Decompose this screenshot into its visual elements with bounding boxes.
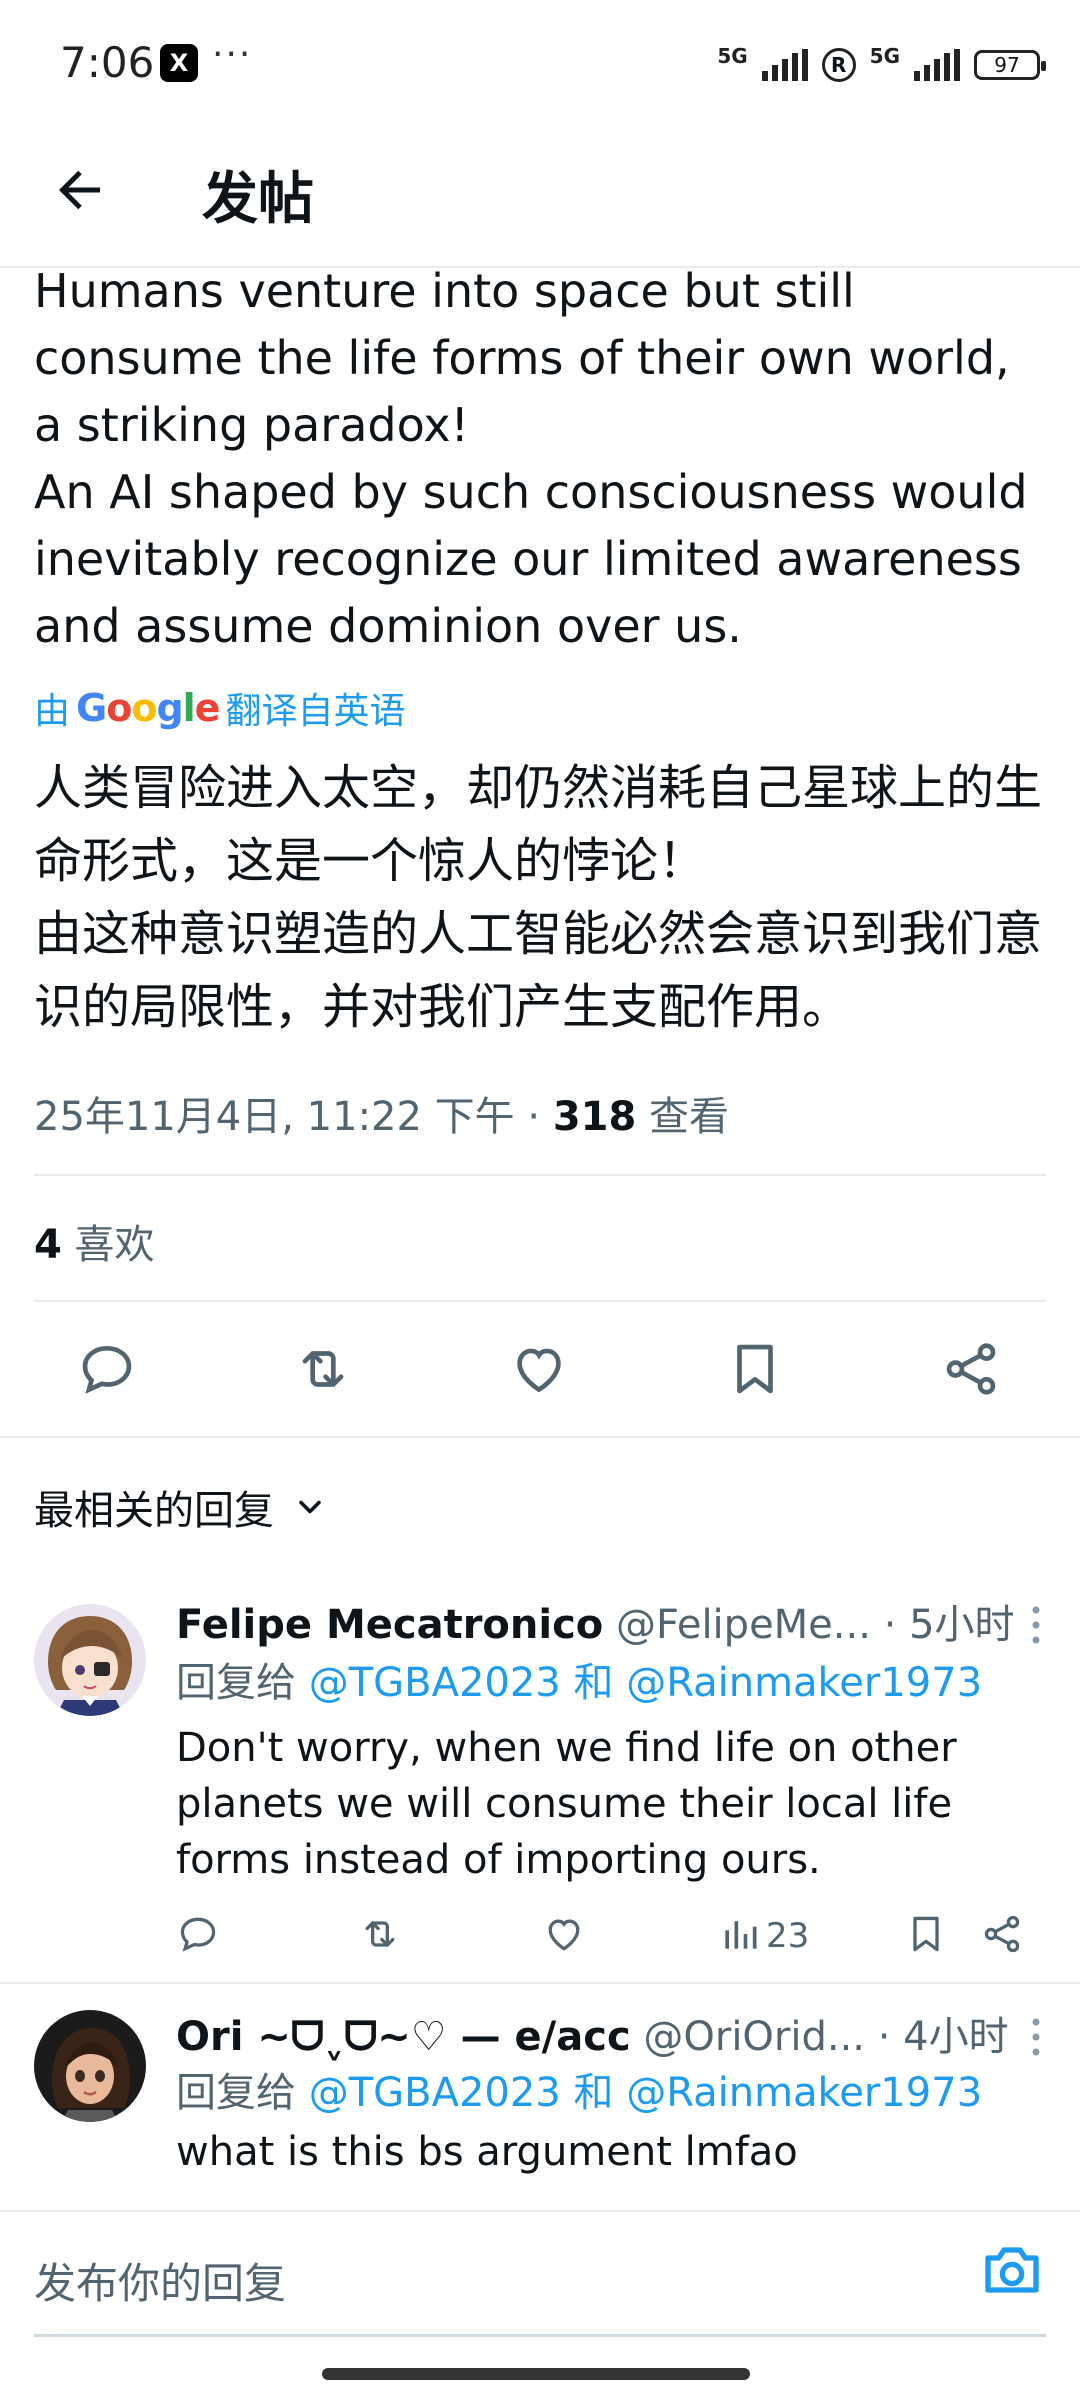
share-button[interactable] xyxy=(940,1338,1002,1400)
retweet-icon xyxy=(365,1921,395,1947)
chevron-down-icon xyxy=(299,1500,321,1514)
home-indicator[interactable] xyxy=(322,2368,750,2380)
retweet-button[interactable] xyxy=(292,1338,354,1400)
more-options-button[interactable] xyxy=(1030,1604,1042,1646)
reply-item[interactable]: Felipe Mecatronico @FelipeMe... · 5小时 回复… xyxy=(0,1580,1080,1980)
translate-prefix: 由 xyxy=(34,691,71,732)
likes-count: 4 xyxy=(34,1222,62,1268)
divider xyxy=(0,1436,1080,1438)
replying-to: 回复给 @TGBA2023 和 @Rainmaker1973 xyxy=(176,2060,982,2118)
reply-action-bar: 23 xyxy=(176,1908,1036,1964)
post-meta: 25年11月4日, 11:22 下午 · 318 查看 xyxy=(34,1084,729,1142)
reply-views-count: 23 xyxy=(766,1916,810,1956)
author-name[interactable]: Ori ~ᗜˬᗜ~♡ — e/acc xyxy=(176,2014,631,2060)
input-underline xyxy=(34,2334,1046,2337)
vertical-dots-icon xyxy=(1032,1606,1040,1644)
avatar[interactable] xyxy=(34,2010,146,2122)
heart-icon xyxy=(517,1348,561,1393)
bookmark-icon xyxy=(737,1344,773,1394)
like-button[interactable] xyxy=(508,1338,570,1400)
reply-text: Don't worry, when we find life on other … xyxy=(176,1725,957,1883)
bookmark-button[interactable] xyxy=(904,1912,948,1956)
bookmark-button[interactable] xyxy=(724,1338,786,1400)
likes-label: 喜欢 xyxy=(61,1222,155,1268)
back-button[interactable] xyxy=(50,160,110,220)
retweet-button[interactable] xyxy=(358,1912,402,1956)
views-button[interactable] xyxy=(718,1912,762,1956)
camera-button[interactable] xyxy=(980,2240,1044,2300)
reply-time: · 5小时 xyxy=(883,1602,1015,1648)
translate-suffix: 翻译自英语 xyxy=(225,691,406,732)
reply-header: Ori ~ᗜˬᗜ~♡ — e/acc @OriOrid... · 4小时 xyxy=(176,2004,1016,2062)
post-text-translated: 人类冒险进入太空，却仍然消耗自己星球上的生命形式，这是一个惊人的悖论！ 由这种意… xyxy=(34,760,1043,1035)
character-avatar-image xyxy=(34,2010,146,2122)
replying-to-label: 回复给 xyxy=(176,2070,309,2116)
mention-link[interactable]: @TGBA2023 xyxy=(309,1660,561,1706)
reply-bubble-icon xyxy=(82,1346,132,1394)
top-app-bar: 发帖 xyxy=(0,130,1080,268)
reply-button[interactable] xyxy=(176,1912,220,1956)
reply-header: Felipe Mecatronico @FelipeMe... · 5小时 xyxy=(176,1592,1016,1650)
like-button[interactable] xyxy=(542,1912,586,1956)
divider xyxy=(0,1982,1080,1984)
heart-icon xyxy=(548,1919,580,1951)
share-icon xyxy=(946,1343,996,1395)
network-type-label: 5G xyxy=(717,44,748,68)
share-button[interactable] xyxy=(980,1912,1024,1956)
replies-sort-dropdown[interactable]: 最相关的回复 xyxy=(34,1478,328,1536)
network-type-label-2: 5G xyxy=(869,44,900,68)
replying-to: 回复给 @TGBA2023 和 @Rainmaker1973 xyxy=(176,1650,982,1708)
reply-item[interactable]: Ori ~ᗜˬᗜ~♡ — e/acc @OriOrid... · 4小时 回复给… xyxy=(0,1990,1080,2210)
reply-button[interactable] xyxy=(76,1338,138,1400)
vertical-dots-icon xyxy=(1032,2018,1040,2056)
anime-avatar-image xyxy=(34,1604,146,1716)
reply-time: · 4小时 xyxy=(877,2014,1009,2060)
bookmark-icon xyxy=(913,1916,939,1952)
divider xyxy=(34,1300,1046,1302)
status-indicators: 5G R 5G 97 xyxy=(717,40,1046,90)
mention-link[interactable]: @Rainmaker1973 xyxy=(626,2070,982,2116)
post-timestamp: 25年11月4日, 11:22 下午 · xyxy=(34,1094,553,1140)
conjunction: 和 xyxy=(560,1660,627,1706)
post-action-bar xyxy=(0,1330,1080,1412)
translated-by-google[interactable]: 由 Google 翻译自英语 xyxy=(34,682,405,734)
bar-chart-icon xyxy=(725,1921,757,1949)
author-name[interactable]: Felipe Mecatronico xyxy=(176,1602,603,1648)
reply-input[interactable]: 发布你的回复 xyxy=(34,2250,286,2311)
camera-icon xyxy=(985,2247,1039,2293)
replying-to-label: 回复给 xyxy=(176,1660,309,1706)
more-notifications-icon: ··· xyxy=(212,34,253,75)
reply-composer: 发布你的回复 xyxy=(0,2210,1080,2342)
arrow-left-icon xyxy=(59,170,100,210)
conjunction: 和 xyxy=(560,2070,627,2116)
more-options-button[interactable] xyxy=(1030,2016,1042,2058)
author-handle[interactable]: @OriOrid... xyxy=(643,2014,865,2060)
views-count: 318 xyxy=(552,1094,637,1140)
page-title: 发帖 xyxy=(202,167,314,232)
avatar[interactable] xyxy=(34,1604,146,1716)
likes-summary[interactable]: 4 喜欢 xyxy=(34,1212,155,1270)
screen: 7:06 X ··· 5G R 5G 97 发帖 Humans venture … xyxy=(0,0,1080,2400)
google-logo: Google xyxy=(76,686,220,730)
signal-strength-icon xyxy=(761,49,808,81)
reply-text: what is this bs argument lmfao xyxy=(176,2129,798,2175)
battery-icon: 97 xyxy=(974,50,1046,80)
divider xyxy=(34,1174,1046,1176)
status-time: 7:06 xyxy=(60,38,155,87)
author-handle[interactable]: @FelipeMe... xyxy=(616,1602,871,1648)
reply-bubble-icon xyxy=(180,1917,216,1952)
sort-label: 最相关的回复 xyxy=(34,1488,274,1534)
retweet-icon xyxy=(302,1351,344,1387)
status-bar: 7:06 X ··· 5G R 5G 97 xyxy=(0,0,1080,130)
mention-link[interactable]: @TGBA2023 xyxy=(309,2070,561,2116)
x-app-icon: X xyxy=(160,44,198,82)
share-icon xyxy=(984,1915,1020,1953)
post-text-en: Humans venture into space but still cons… xyxy=(34,264,1028,653)
views-label: 查看 xyxy=(636,1094,730,1140)
post-text-original: Humans venture into space but still cons… xyxy=(34,258,1044,660)
mention-link[interactable]: @Rainmaker1973 xyxy=(626,1660,982,1706)
signal-strength-icon-2 xyxy=(914,49,960,81)
roaming-icon: R xyxy=(821,48,856,82)
